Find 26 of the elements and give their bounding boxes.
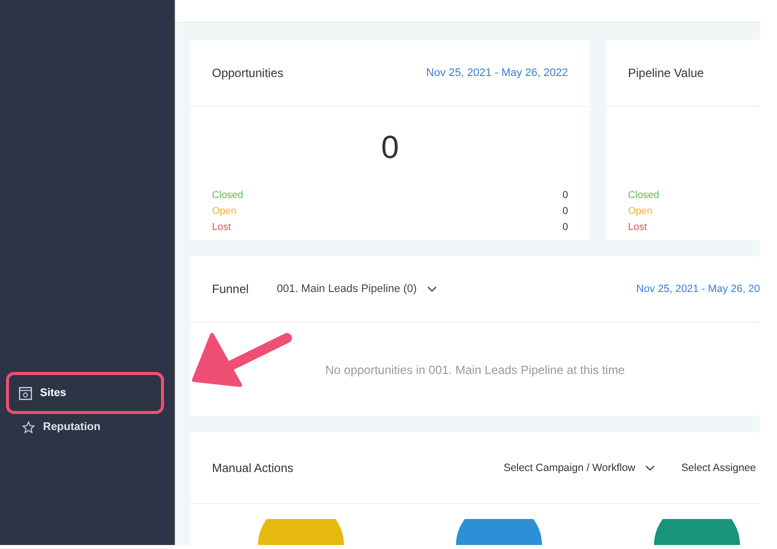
filter-dropdown[interactable]: Select Campaign / Workflow xyxy=(504,462,656,474)
browser-window-icon xyxy=(19,386,32,400)
total-count: 0 xyxy=(381,128,399,166)
sidebar-item[interactable]: Sites xyxy=(6,372,164,414)
status-count: 0 xyxy=(562,222,568,232)
status-label: Closed xyxy=(212,190,244,200)
caret-icon xyxy=(426,286,437,292)
status-count: 0 xyxy=(562,190,568,200)
filter-dropdown[interactable]: Select Assignee xyxy=(681,462,756,474)
status-label: Open xyxy=(212,206,236,216)
card-title: Funnel xyxy=(212,282,249,296)
sidebar-item[interactable]: Reputation xyxy=(6,414,164,440)
pipeline-dropdown[interactable]: 001. Main Leads Pipeline (0) xyxy=(276,283,437,295)
status-label: Lost xyxy=(212,222,231,232)
card-title: Pipeline Value xyxy=(628,66,704,80)
status-label: Lost xyxy=(628,222,647,232)
date-range-link[interactable]: Nov 25, 2021 - May 26, 20 xyxy=(636,283,760,295)
caret-icon xyxy=(645,464,656,470)
status-count: 0 xyxy=(562,206,568,216)
empty-message: No opportunities in 001. Main Leads Pipeline at this time xyxy=(325,362,625,376)
card-title: Manual Actions xyxy=(212,460,294,474)
status-label: Open xyxy=(628,206,652,216)
card-title: Opportunities xyxy=(212,66,284,80)
status-label: Closed xyxy=(628,190,660,200)
star-icon xyxy=(22,420,35,434)
date-range-link[interactable]: Nov 25, 2021 - May 26, 2022 xyxy=(426,67,568,79)
